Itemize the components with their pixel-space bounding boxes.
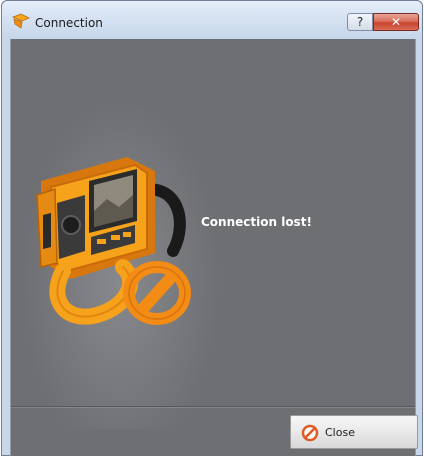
- status-message: Connection lost!: [201, 215, 312, 229]
- connection-dialog-window: Connection ? ✕ Connection lost! Close: [1, 0, 423, 456]
- close-button[interactable]: Close: [290, 415, 418, 449]
- dialog-body: Connection lost! Close: [10, 39, 418, 456]
- close-button-label: Close: [325, 426, 355, 439]
- app-logo-icon: [12, 13, 30, 29]
- title-bar[interactable]: Connection ? ✕: [2, 1, 422, 39]
- no-entry-icon: [301, 424, 319, 442]
- help-button[interactable]: ?: [347, 13, 373, 31]
- camera-disconnected-icon: [36, 157, 191, 325]
- footer-separator: [11, 406, 415, 408]
- window-close-button[interactable]: ✕: [373, 13, 419, 31]
- window-title: Connection: [35, 16, 103, 30]
